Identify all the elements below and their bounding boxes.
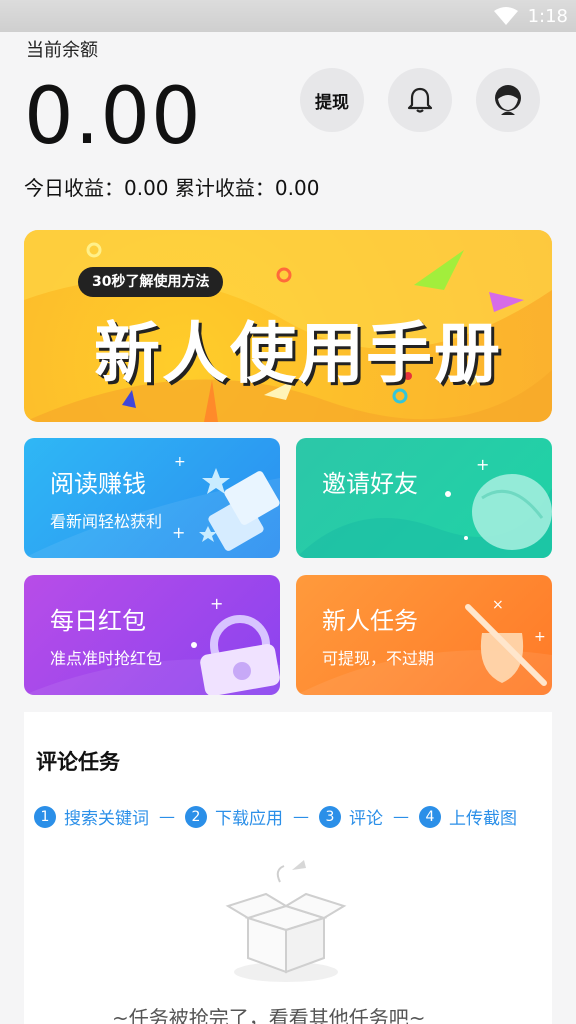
step-separator: — bbox=[293, 807, 309, 826]
card-subtitle: 准点准时抢红包 bbox=[50, 649, 163, 668]
status-bar: 1:18 bbox=[0, 0, 576, 32]
step-label: 上传截图 bbox=[449, 809, 517, 829]
svg-text:+: + bbox=[476, 455, 489, 474]
withdraw-label: 提现 bbox=[315, 92, 349, 113]
balance-label: 当前余额 bbox=[26, 40, 98, 61]
step-number: 4 bbox=[419, 805, 441, 828]
step-item: 1 搜索关键词 bbox=[34, 804, 149, 829]
svg-text:+: + bbox=[534, 629, 546, 645]
banner-title: 新人使用手册 bbox=[94, 315, 502, 392]
empty-box-icon bbox=[225, 860, 347, 982]
step-separator: — bbox=[393, 807, 409, 826]
step-item: 4 上传截图 bbox=[419, 804, 517, 829]
step-number: 2 bbox=[185, 805, 207, 828]
step-number: 3 bbox=[319, 805, 341, 828]
section-title: 评论任务 bbox=[36, 750, 120, 774]
step-separator: — bbox=[159, 807, 175, 826]
card-title: 邀请好友 bbox=[322, 470, 418, 498]
step-number: 1 bbox=[34, 805, 56, 828]
newbie-guide-banner[interactable]: 30秒了解使用方法 新人使用手册 bbox=[24, 230, 552, 422]
card-subtitle: 可提现，不过期 bbox=[322, 649, 435, 668]
svg-text:+: + bbox=[210, 594, 223, 613]
svg-text:×: × bbox=[492, 597, 504, 613]
balance-amount: 0.00 bbox=[24, 72, 202, 162]
invite-friends-card[interactable]: + 邀请好友 bbox=[296, 438, 552, 558]
task-steps: 1 搜索关键词 — 2 下载应用 — 3 评论 — 4 上传截图 bbox=[34, 804, 517, 829]
step-item: 3 评论 bbox=[319, 804, 383, 829]
newbie-task-card[interactable]: × + 新人任务 可提现，不过期 bbox=[296, 575, 552, 695]
card-title: 每日红包 bbox=[50, 607, 146, 635]
notification-button[interactable] bbox=[388, 68, 452, 132]
status-time: 1:18 bbox=[527, 5, 568, 27]
card-title: 新人任务 bbox=[322, 607, 418, 635]
wifi-icon bbox=[493, 7, 518, 25]
withdraw-button[interactable]: 提现 bbox=[300, 68, 364, 132]
svg-text:+: + bbox=[172, 523, 185, 542]
step-label: 评论 bbox=[349, 809, 383, 829]
step-label: 搜索关键词 bbox=[64, 809, 149, 829]
svg-text:+: + bbox=[174, 454, 186, 470]
empty-state-text: ~任务被抢完了，看看其他任务吧~ bbox=[112, 1006, 426, 1024]
comment-task-panel: 评论任务 1 搜索关键词 — 2 下载应用 — 3 评论 — 4 上传截图 ~任… bbox=[24, 712, 552, 1024]
bell-icon bbox=[407, 87, 433, 113]
customer-service-icon bbox=[495, 85, 521, 115]
card-subtitle: 看新闻轻松获利 bbox=[50, 512, 163, 531]
daily-red-packet-card[interactable]: + 每日红包 准点准时抢红包 bbox=[24, 575, 280, 695]
step-label: 下载应用 bbox=[215, 809, 283, 829]
earnings-summary: 今日收益：0.00 累计收益：0.00 bbox=[24, 176, 320, 200]
card-title: 阅读赚钱 bbox=[50, 470, 146, 498]
read-earn-card[interactable]: + + 阅读赚钱 看新闻轻松获利 bbox=[24, 438, 280, 558]
banner-tag: 30秒了解使用方法 bbox=[78, 267, 224, 297]
avatar-button[interactable] bbox=[476, 68, 540, 132]
step-item: 2 下载应用 bbox=[185, 804, 283, 829]
